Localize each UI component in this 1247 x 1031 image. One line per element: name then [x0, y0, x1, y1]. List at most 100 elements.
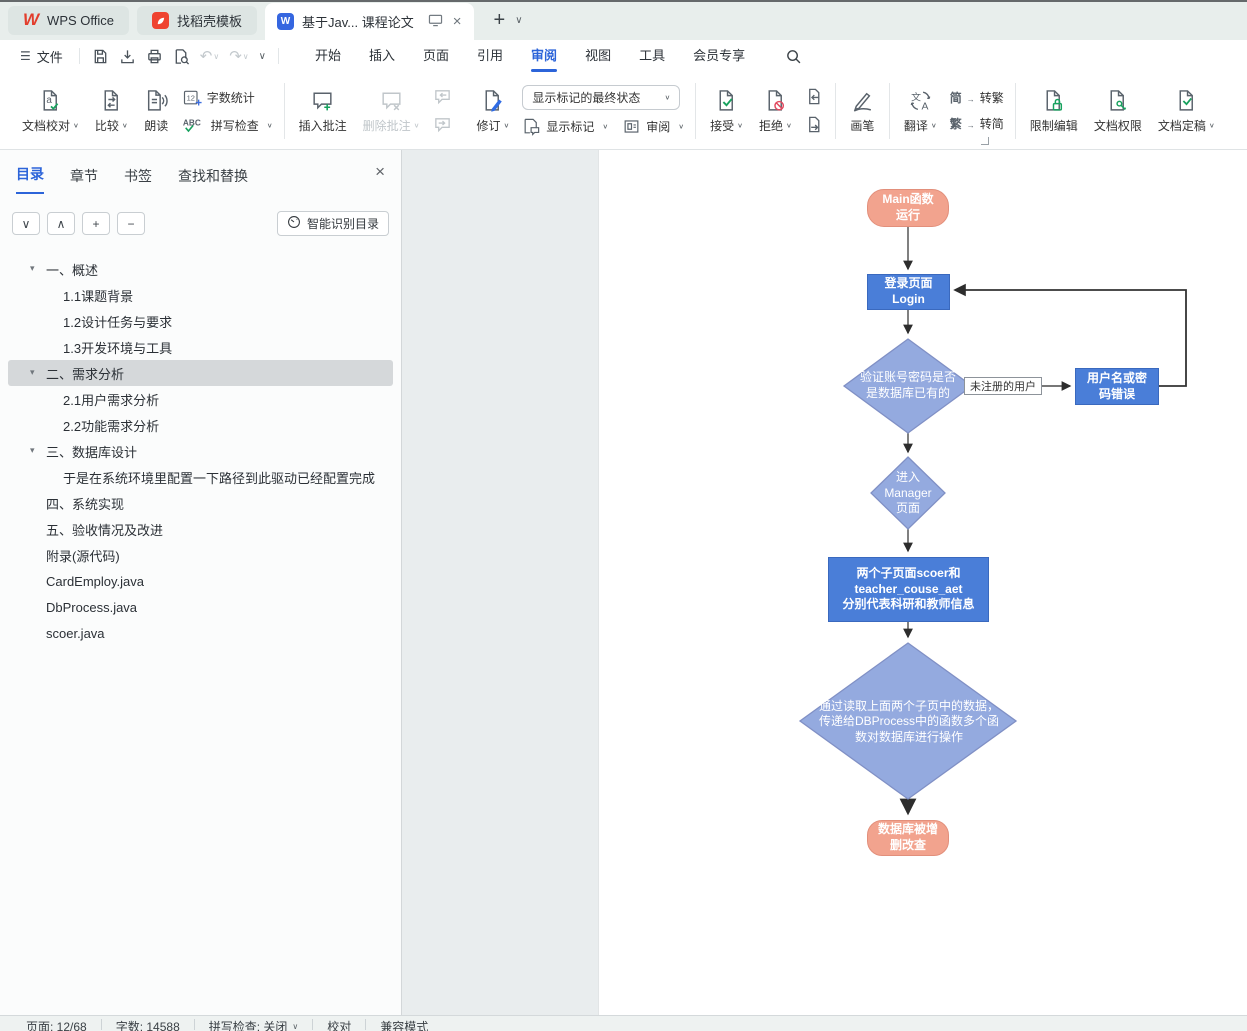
toc-item[interactable]: DbProcess.java	[8, 594, 393, 620]
file-menu-button[interactable]: ☰ 文件	[12, 47, 71, 66]
chevron-down-icon: ∨	[930, 121, 937, 129]
menu-tab-insert[interactable]: 插入	[355, 40, 409, 72]
proofread-status[interactable]: 校对	[327, 1018, 351, 1031]
toc-item[interactable]: 1.1课题背景	[8, 282, 393, 308]
word-count-button[interactable]: 12 字数统计	[182, 88, 255, 108]
toc-item[interactable]: ▾ 三、数据库设计	[8, 438, 393, 464]
document-workspace: Main函数 运行 登录页面 Login 验证账号密码是否 是数据库已有的 未注…	[402, 150, 1247, 1015]
print-icon[interactable]	[146, 48, 163, 65]
ink-button[interactable]: 画笔	[843, 85, 882, 137]
insert-comment-button[interactable]: 插入批注	[292, 85, 354, 137]
toc-item[interactable]: scoer.java	[8, 620, 393, 646]
doc-permission-button[interactable]: 文档权限	[1087, 85, 1149, 137]
reject-button[interactable]: 拒绝 ∨	[752, 85, 799, 137]
spell-check-button[interactable]: ABC 拼写检查 ∨	[182, 117, 273, 134]
toc-item[interactable]: 四、系统实现	[8, 490, 393, 516]
compat-mode-status[interactable]: 兼容模式	[380, 1018, 428, 1031]
tab-list-chevron-icon[interactable]: ∨	[515, 15, 522, 26]
to-traditional-button[interactable]: 简 → 转繁	[950, 89, 1004, 106]
flow-end-terminator[interactable]: 数据库被增 删改查	[867, 820, 949, 856]
page-indicator[interactable]: 页面: 12/68	[26, 1018, 87, 1031]
decision-verify-shape[interactable]	[842, 338, 974, 434]
svg-text:文: 文	[911, 90, 921, 103]
menu-tab-review[interactable]: 审阅	[517, 40, 571, 72]
proofread-button[interactable]: a 文档校对 ∨	[15, 85, 86, 137]
toc-item[interactable]: 2.2功能需求分析	[8, 412, 393, 438]
save-icon[interactable]	[92, 48, 109, 65]
tab-wps-home[interactable]: W WPS Office	[8, 5, 129, 35]
tab-document-active[interactable]: W 基于Jav... 课程论文 ×	[265, 3, 474, 40]
translate-button[interactable]: 文 A 翻译 ∨	[897, 85, 944, 137]
toc-item[interactable]: 2.1用户需求分析	[8, 386, 393, 412]
toc-item[interactable]: 五、验收情况及改进	[8, 516, 393, 542]
protect-group: 限制编辑 文档权限 文档定稿 ∨	[1016, 85, 1229, 137]
review-pane-button[interactable]: 审阅 ∨	[622, 117, 684, 136]
tab-docer-templates[interactable]: 找稻壳模板	[137, 5, 258, 35]
screen-cast-icon[interactable]	[428, 14, 443, 30]
caret-down-icon[interactable]: ▾	[30, 368, 35, 377]
print-preview-icon[interactable]	[173, 48, 190, 65]
spell-check-status[interactable]: 拼写检查: 关闭 ∨	[209, 1018, 299, 1031]
read-aloud-button[interactable]: 朗读	[137, 85, 176, 137]
group-expand-icon[interactable]	[981, 137, 989, 145]
menu-bar: ☰ 文件 ↶ ∨ ↷ ∨ ∨ 开始 插入 页面 引用 审阅 视图 工具 会员专享	[0, 40, 1247, 72]
chevron-down-icon: ∨	[602, 122, 609, 131]
prev-change-icon[interactable]	[805, 87, 824, 106]
flow-subpages-process[interactable]: 两个子页面scoer和 teacher_couse_aet 分别代表科研和教师信…	[828, 557, 989, 622]
accept-button[interactable]: 接受 ∨	[703, 85, 750, 137]
to-simplified-button[interactable]: 繁 → 转简	[950, 115, 1004, 132]
zoom-in-button[interactable]: +	[82, 212, 110, 235]
menu-tab-reference[interactable]: 引用	[463, 40, 517, 72]
divider	[78, 48, 80, 64]
menu-tab-tools[interactable]: 工具	[625, 40, 679, 72]
smart-recognize-toc-button[interactable]: 智能识别目录	[276, 211, 389, 236]
menu-tab-member[interactable]: 会员专享	[679, 40, 759, 72]
nav-tab-find-replace[interactable]: 查找和替换	[178, 166, 248, 194]
zoom-out-button[interactable]: −	[117, 212, 145, 235]
search-icon[interactable]	[785, 48, 802, 65]
decision-dbprocess-shape[interactable]	[798, 642, 1018, 800]
collapse-all-button[interactable]: ∨	[12, 212, 40, 235]
menu-tab-view[interactable]: 视图	[571, 40, 625, 72]
compare-button[interactable]: 比较 ∨	[88, 85, 135, 137]
finalize-button[interactable]: 文档定稿 ∨	[1151, 85, 1222, 137]
close-pane-icon[interactable]: ×	[375, 162, 385, 182]
toc-item[interactable]: 1.3开发环境与工具	[8, 334, 393, 360]
new-tab-button[interactable]: +	[494, 9, 506, 32]
toc-item[interactable]: ▾ 一、概述	[8, 256, 393, 282]
flow-error-process[interactable]: 用户名或密 码错误	[1075, 368, 1159, 405]
toc-item-selected[interactable]: ▾ 二、需求分析	[8, 360, 393, 386]
toc-item[interactable]: 附录(源代码)	[8, 542, 393, 568]
divider	[277, 48, 279, 64]
quickbar-chevron-icon[interactable]: ∨	[259, 51, 266, 62]
show-markup-button[interactable]: 显示标记 ∨	[522, 117, 608, 136]
next-change-icon[interactable]	[805, 115, 824, 134]
menu-tab-page[interactable]: 页面	[409, 40, 463, 72]
track-changes-icon	[480, 88, 505, 113]
markup-state-select[interactable]: 显示标记的最终状态 ∨	[522, 85, 681, 110]
toc-item[interactable]: CardEmploy.java	[8, 568, 393, 594]
track-changes-button[interactable]: 修订 ∨	[470, 85, 517, 137]
caret-down-icon[interactable]: ▾	[30, 446, 35, 455]
restrict-edit-button[interactable]: 限制编辑	[1023, 85, 1085, 137]
flow-start-terminator[interactable]: Main函数 运行	[867, 189, 949, 227]
accept-change-icon	[714, 88, 739, 113]
menu-tab-home[interactable]: 开始	[301, 40, 355, 72]
doc-proof-icon: a	[38, 88, 63, 113]
insert-comment-icon	[310, 88, 335, 113]
close-tab-icon[interactable]: ×	[453, 13, 462, 30]
decision-manager-shape[interactable]	[870, 456, 946, 530]
nav-tab-contents[interactable]: 目录	[16, 164, 44, 194]
nav-tab-sections[interactable]: 章节	[70, 166, 98, 194]
export-icon[interactable]	[119, 48, 136, 65]
word-count-indicator[interactable]: 字数: 14588	[116, 1018, 180, 1031]
toc-item[interactable]: 1.2设计任务与要求	[8, 308, 393, 334]
toc-item[interactable]: 于是在系统环境里配置一下路径到此驱动已经配置完成	[8, 464, 393, 490]
ribbon-toolbar: a 文档校对 ∨ 比较 ∨ 朗读 12 字数统计 ABC 拼写检查 ∨ 插入批注…	[0, 72, 1247, 150]
document-page[interactable]: Main函数 运行 登录页面 Login 验证账号密码是否 是数据库已有的 未注…	[598, 150, 1247, 1015]
flowchart: Main函数 运行 登录页面 Login 验证账号密码是否 是数据库已有的 未注…	[599, 150, 1247, 1015]
caret-down-icon[interactable]: ▾	[30, 264, 35, 273]
flow-login-process[interactable]: 登录页面 Login	[867, 274, 950, 310]
nav-tab-bookmarks[interactable]: 书签	[124, 166, 152, 194]
expand-all-button[interactable]: ∧	[47, 212, 75, 235]
